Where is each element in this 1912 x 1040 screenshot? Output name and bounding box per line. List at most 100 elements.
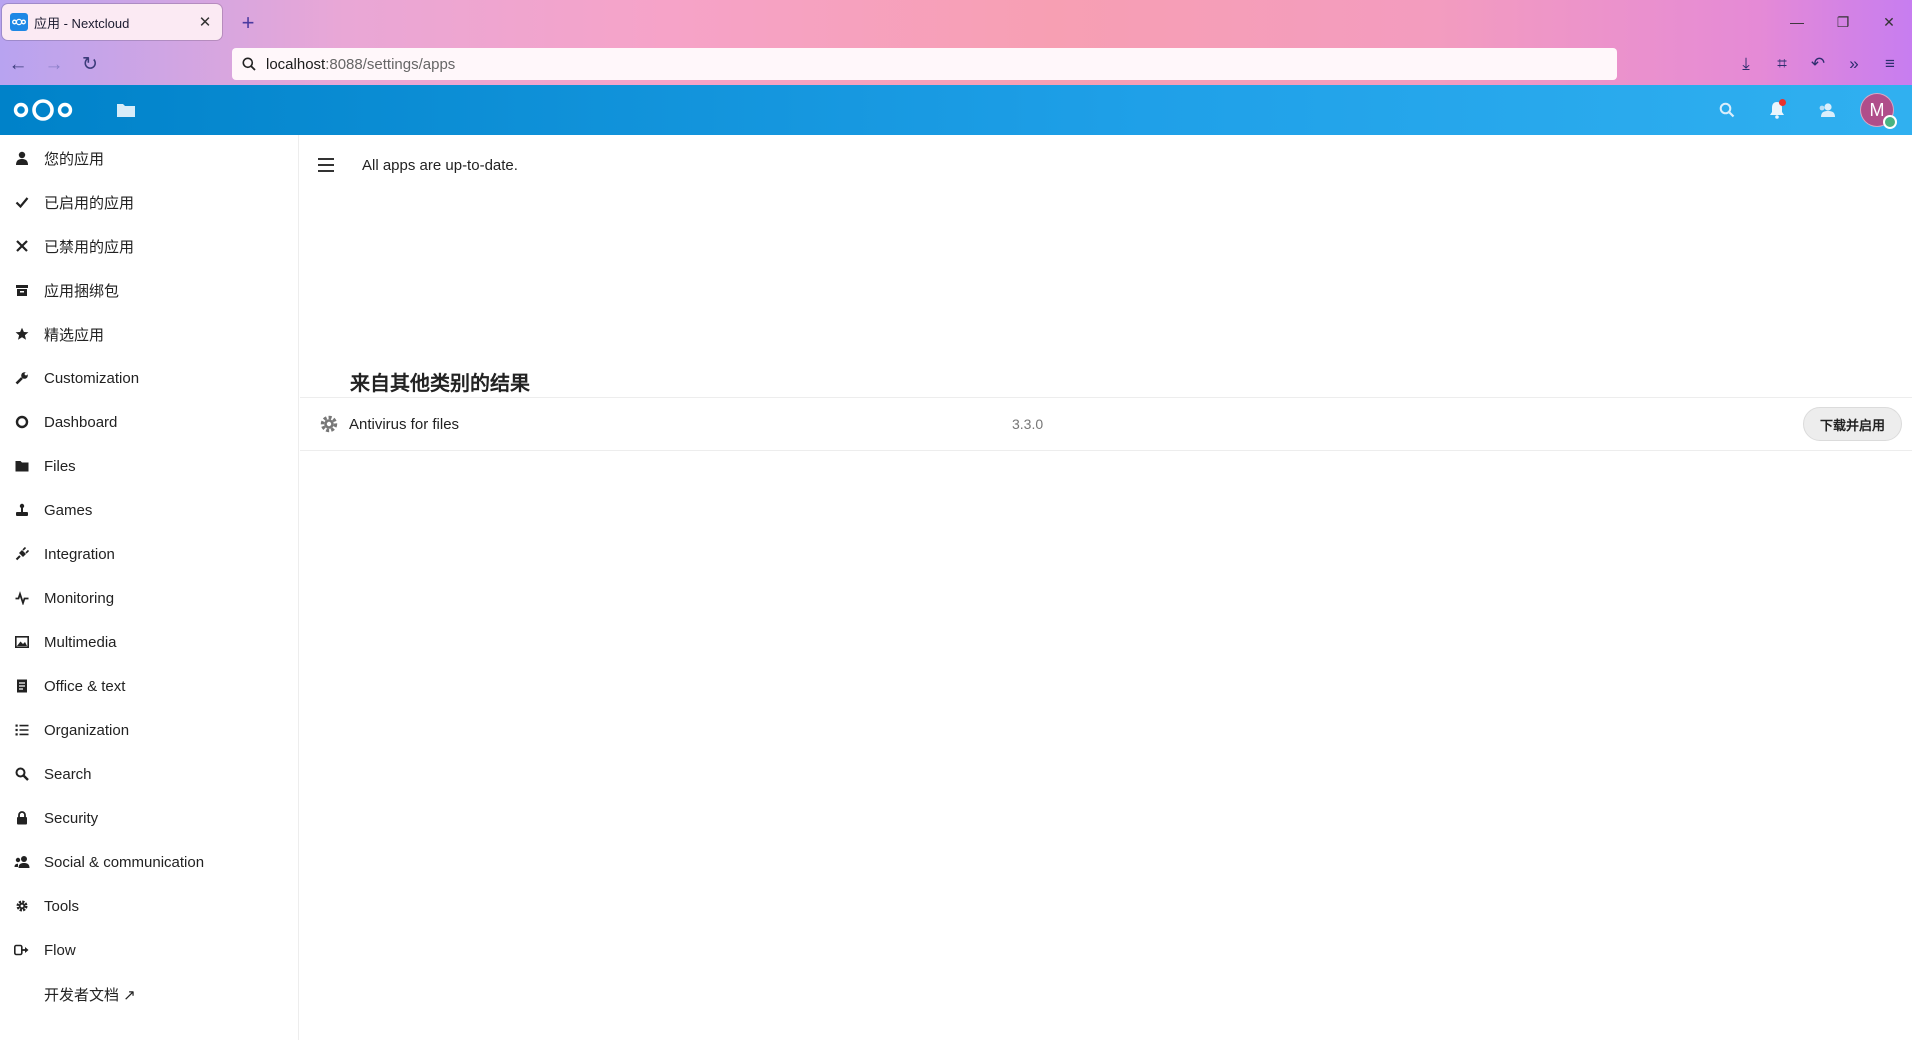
main-toolbar: All apps are up-to-date.: [300, 135, 1912, 195]
window-close-icon[interactable]: ✕: [1866, 4, 1912, 40]
crop-icon[interactable]: ⌗: [1764, 48, 1800, 80]
notifications-bell-icon[interactable]: [1752, 85, 1802, 135]
online-status-icon: [1883, 115, 1897, 129]
tab-close-icon[interactable]: ✕: [196, 13, 214, 31]
image-icon: [14, 634, 30, 650]
sidebar-item-dashboard[interactable]: Dashboard: [0, 400, 298, 444]
avatar-letter: M: [1869, 99, 1885, 120]
joystick-icon: [14, 502, 30, 518]
sidebar-item-label: Search: [44, 765, 92, 783]
sidebar-item-monitoring[interactable]: Monitoring: [0, 576, 298, 620]
url-search-icon: [242, 57, 256, 71]
new-tab-icon[interactable]: +: [236, 10, 260, 36]
search-icon: [14, 766, 30, 782]
sidebar-item-label: Files: [44, 457, 76, 475]
browser-toolbar-right: ⤓ ⌗ ↶ » ≡: [1728, 48, 1908, 80]
download-icon[interactable]: ⤓: [1728, 48, 1764, 80]
sidebar-item-label: Organization: [44, 721, 130, 739]
star-icon: [14, 326, 30, 342]
sidebar-item-your-apps[interactable]: 您的应用: [0, 136, 298, 180]
main-content: All apps are up-to-date. 来自其他类别的结果 Antiv…: [300, 135, 1912, 1040]
tab-strip: 应用 - Nextcloud ✕ + — ❐ ✕: [0, 0, 1912, 44]
browser-chrome: 应用 - Nextcloud ✕ + — ❐ ✕ ← → ↻ localhost…: [0, 0, 1912, 85]
sidebar-item-featured-apps[interactable]: 精选应用: [0, 312, 298, 356]
sidebar-item-disabled-apps[interactable]: 已禁用的应用: [0, 224, 298, 268]
hamburger-menu-icon[interactable]: [318, 153, 342, 177]
nextcloud-logo-icon[interactable]: [12, 96, 74, 124]
sidebar-item-label: Multimedia: [44, 633, 117, 651]
url-host: localhost: [266, 55, 326, 73]
download-enable-button[interactable]: 下载并启用: [1802, 407, 1902, 441]
users-icon: [14, 854, 30, 870]
wrench-icon: [14, 370, 30, 386]
reload-icon[interactable]: ↻: [72, 49, 108, 81]
avatar: M: [1860, 93, 1897, 129]
back-icon[interactable]: ←: [0, 49, 36, 81]
sidebar-item-app-bundles[interactable]: 应用捆绑包: [0, 268, 298, 312]
close-icon: [14, 238, 30, 254]
plug-icon: [14, 546, 30, 562]
sidebar-item-office-text[interactable]: Office & text: [0, 664, 298, 708]
minimize-icon[interactable]: —: [1774, 4, 1820, 40]
tab-title: 应用 - Nextcloud: [34, 15, 130, 31]
nextcloud-header: M: [0, 85, 1912, 135]
sidebar-item-integration[interactable]: Integration: [0, 532, 298, 576]
header-right: M: [1702, 85, 1902, 135]
sidebar-item-flow[interactable]: Flow: [0, 928, 298, 972]
sidebar-item-label: Integration: [44, 545, 115, 563]
check-icon: [14, 194, 30, 210]
sidebar-item-enabled-apps[interactable]: 已启用的应用: [0, 180, 298, 224]
sidebar-item-multimedia[interactable]: Multimedia: [0, 620, 298, 664]
app-version: 3.3.0: [1012, 416, 1044, 432]
sidebar-item-label: Customization: [44, 369, 140, 387]
forward-icon[interactable]: →: [36, 49, 72, 81]
sidebar-item-games[interactable]: Games: [0, 488, 298, 532]
files-app-icon[interactable]: [114, 98, 138, 122]
restore-icon[interactable]: ❐: [1820, 4, 1866, 40]
app-name[interactable]: Antivirus for files: [349, 416, 849, 433]
undo-icon[interactable]: ↶: [1800, 48, 1836, 80]
user-menu[interactable]: M: [1852, 85, 1902, 135]
sidebar-item-label: Office & text: [44, 677, 126, 695]
section-title: 来自其他类别的结果: [350, 373, 530, 395]
sidebar-item-social-communication[interactable]: Social & communication: [0, 840, 298, 884]
sidebar-item-label: Flow: [44, 941, 76, 959]
notification-dot: [1779, 99, 1786, 106]
sidebar-item-label: Monitoring: [44, 589, 115, 607]
list-icon: [14, 722, 30, 738]
sidebar-item-customization[interactable]: Customization: [0, 356, 298, 400]
pulse-icon: [14, 590, 30, 606]
circle-icon: [14, 414, 30, 430]
sidebar-item-label: Games: [44, 501, 93, 519]
developer-docs-link[interactable]: 开发者文档 ↗: [0, 972, 298, 1016]
sidebar-item-files[interactable]: Files: [0, 444, 298, 488]
sidebar-item-label: 应用捆绑包: [44, 282, 120, 300]
sidebar-item-label: Dashboard: [44, 413, 118, 431]
sidebar-item-label: Tools: [44, 897, 80, 915]
overflow-icon[interactable]: »: [1836, 48, 1872, 80]
contacts-menu-icon[interactable]: [1802, 85, 1852, 135]
app-gear-icon: [318, 413, 340, 435]
app-row[interactable]: Antivirus for files 3.3.0 下载并启用: [300, 397, 1912, 451]
app-categories-sidebar: 您的应用 已启用的应用 已禁用的应用 应用捆绑包 精选应用 Customizat…: [0, 135, 299, 1040]
unified-search-icon[interactable]: [1702, 85, 1752, 135]
sidebar-item-label: 已启用的应用: [44, 194, 135, 212]
updates-status-text: All apps are up-to-date.: [362, 156, 518, 174]
sidebar-item-security[interactable]: Security: [0, 796, 298, 840]
document-icon: [14, 678, 30, 694]
url-bar[interactable]: localhost:8088/settings/apps: [232, 48, 1617, 80]
archive-icon: [14, 282, 30, 298]
nextcloud-favicon-icon: [10, 13, 28, 31]
nav-bar: ← → ↻ localhost:8088/settings/apps ⤓ ⌗ ↶…: [0, 44, 1912, 85]
sidebar-item-tools[interactable]: Tools: [0, 884, 298, 928]
sidebar-item-label: 您的应用: [44, 150, 105, 168]
sidebar-item-label: 精选应用: [44, 326, 105, 344]
gear-icon: [14, 898, 30, 914]
sidebar-item-label: 已禁用的应用: [44, 238, 135, 256]
sidebar-item-search[interactable]: Search: [0, 752, 298, 796]
url-path: :8088/settings/apps: [325, 55, 456, 73]
menu-icon[interactable]: ≡: [1872, 48, 1908, 80]
browser-tab[interactable]: 应用 - Nextcloud ✕: [2, 4, 222, 40]
sidebar-item-label: Security: [44, 809, 99, 827]
sidebar-item-organization[interactable]: Organization: [0, 708, 298, 752]
